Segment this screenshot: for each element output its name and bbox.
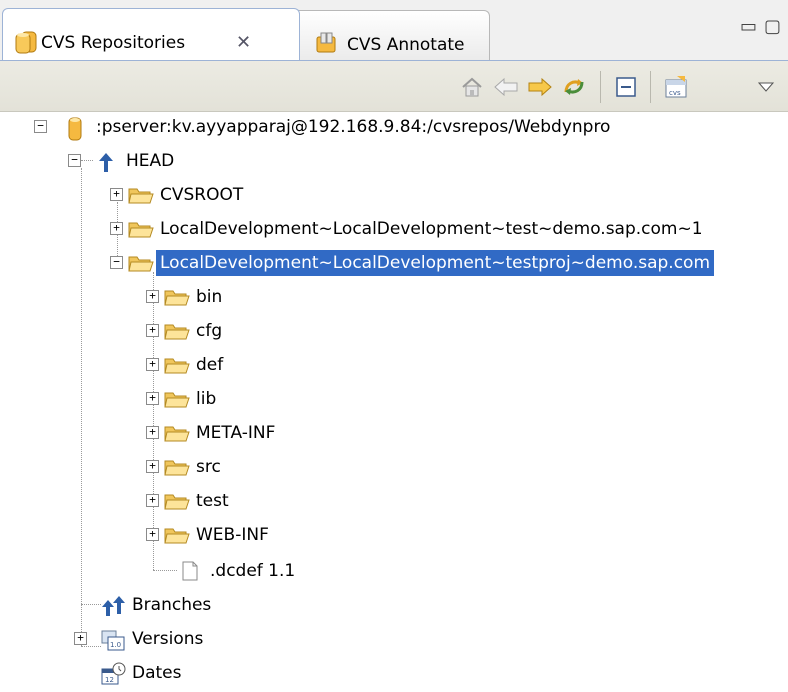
tree-item-folder[interactable]: cfg	[164, 316, 226, 346]
tree-item-folder[interactable]: bin	[164, 282, 226, 312]
tree-item-branches[interactable]: Branches	[100, 590, 215, 620]
collapse-toggle[interactable]: −	[110, 256, 123, 269]
minimize-icon[interactable]: ▭	[740, 16, 757, 37]
toolbar-separator	[600, 71, 601, 103]
collapse-toggle[interactable]: −	[34, 120, 47, 133]
forward-icon[interactable]	[526, 73, 554, 101]
tree-item-label: lib	[196, 389, 217, 409]
new-repository-icon[interactable]: cvs	[662, 73, 690, 101]
tree-item-folder[interactable]: src	[164, 452, 225, 482]
collapse-all-icon[interactable]	[612, 73, 640, 101]
home-icon[interactable]	[458, 73, 486, 101]
folder-icon	[164, 524, 190, 546]
versions-icon: 1.0	[100, 628, 125, 651]
folder-icon	[128, 218, 154, 240]
tree-item-label: .dcdef 1.1	[210, 561, 296, 581]
expand-toggle[interactable]: +	[146, 426, 159, 439]
folder-icon	[164, 286, 190, 308]
tree-item-label: bin	[196, 287, 223, 307]
folder-icon	[164, 320, 190, 342]
svg-text:1.0: 1.0	[110, 641, 121, 649]
tree-guide-line	[153, 570, 177, 571]
maximize-icon[interactable]: ▢	[764, 16, 781, 37]
tree-item-label: Versions	[132, 629, 204, 649]
tree-item-label: def	[196, 355, 224, 375]
file-icon	[178, 560, 202, 582]
tree-item-folder[interactable]: LocalDevelopment~LocalDevelopment~test~d…	[128, 214, 707, 244]
tree-guide-line	[81, 168, 82, 646]
tree-guide-line	[153, 272, 154, 570]
folder-icon	[164, 490, 190, 512]
tree-guide-line	[81, 646, 101, 647]
tree-item-label: LocalDevelopment~LocalDevelopment~test~d…	[160, 219, 703, 239]
collapse-toggle[interactable]: −	[68, 154, 81, 167]
toolbar-separator	[650, 71, 651, 103]
folder-icon	[164, 388, 190, 410]
expand-toggle[interactable]: +	[146, 460, 159, 473]
view-toolbar: cvs	[0, 60, 788, 112]
svg-text:cvs: cvs	[669, 89, 681, 97]
expand-toggle[interactable]: +	[146, 528, 159, 541]
expand-toggle[interactable]: +	[74, 632, 87, 645]
expand-toggle[interactable]: +	[110, 222, 123, 235]
tree-guide-line	[81, 604, 101, 605]
tree-item-label: cfg	[196, 321, 223, 341]
tree-item-label: META-INF	[196, 423, 276, 443]
expand-toggle[interactable]: +	[146, 494, 159, 507]
tree-item-label: src	[196, 457, 221, 477]
expand-toggle[interactable]: +	[146, 392, 159, 405]
folder-icon	[128, 184, 154, 206]
tab-cvs-repositories[interactable]: CVS Repositories ✕	[2, 8, 300, 60]
tree-item-folder[interactable]: CVSROOT	[128, 180, 247, 210]
tree-item-label: Dates	[132, 663, 182, 683]
tree-item-folder[interactable]: META-INF	[164, 418, 279, 448]
tree-item-label: CVSROOT	[160, 185, 244, 205]
svg-text:12: 12	[105, 676, 114, 684]
back-icon[interactable]	[492, 73, 520, 101]
expand-toggle[interactable]: +	[146, 290, 159, 303]
tree-item-label: Branches	[132, 595, 212, 615]
expand-toggle[interactable]: +	[110, 188, 123, 201]
tab-cvs-annotate[interactable]: CVS Annotate	[290, 10, 490, 60]
branches-icon	[100, 594, 125, 616]
expand-toggle[interactable]: +	[146, 358, 159, 371]
view-menu-icon[interactable]	[752, 73, 780, 101]
tab-label: CVS Repositories	[41, 33, 186, 53]
annotate-icon	[313, 31, 339, 60]
folder-icon	[164, 456, 190, 478]
tree-item-folder-selected[interactable]: LocalDevelopment~LocalDevelopment~testpr…	[128, 248, 715, 278]
tree-item-label: HEAD	[126, 151, 175, 171]
tree-item-label: LocalDevelopment~LocalDevelopment~testpr…	[156, 250, 715, 276]
tree-item-versions[interactable]: 1.0 Versions	[100, 624, 207, 654]
folder-icon	[164, 354, 190, 376]
tab-label: CVS Annotate	[347, 35, 465, 55]
tree-item-folder[interactable]: lib	[164, 384, 220, 414]
refresh-icon[interactable]	[560, 73, 588, 101]
tree-item-label: :pserver:kv.ayyapparaj@192.168.9.84:/cvs…	[96, 117, 611, 137]
tree-item-repository[interactable]: :pserver:kv.ayyapparaj@192.168.9.84:/cvs…	[64, 112, 614, 142]
repository-icon	[64, 116, 88, 141]
tree-item-folder[interactable]: def	[164, 350, 227, 380]
tree-item-dates[interactable]: 12 Dates	[100, 658, 186, 688]
calendar-clock-icon: 12	[100, 662, 126, 685]
folder-icon	[164, 422, 190, 444]
tree-item-folder[interactable]: test	[164, 486, 233, 516]
expand-toggle[interactable]: +	[146, 324, 159, 337]
repository-tree: − :pserver:kv.ayyapparaj@192.168.9.84:/c…	[0, 112, 788, 692]
tree-item-head[interactable]: HEAD	[94, 146, 178, 176]
tree-item-folder[interactable]: WEB-INF	[164, 520, 273, 550]
view-tab-bar: CVS Annotate CVS Repositories ✕ ▭ ▢	[0, 0, 788, 60]
tree-item-file[interactable]: .dcdef 1.1	[178, 556, 299, 586]
close-icon[interactable]: ✕	[236, 32, 251, 53]
tree-item-label: test	[196, 491, 229, 511]
tree-item-label: WEB-INF	[196, 525, 269, 545]
tree-guide-line	[81, 160, 93, 161]
head-branch-icon	[94, 150, 118, 172]
folder-icon	[128, 252, 154, 274]
repository-icon	[13, 29, 39, 60]
